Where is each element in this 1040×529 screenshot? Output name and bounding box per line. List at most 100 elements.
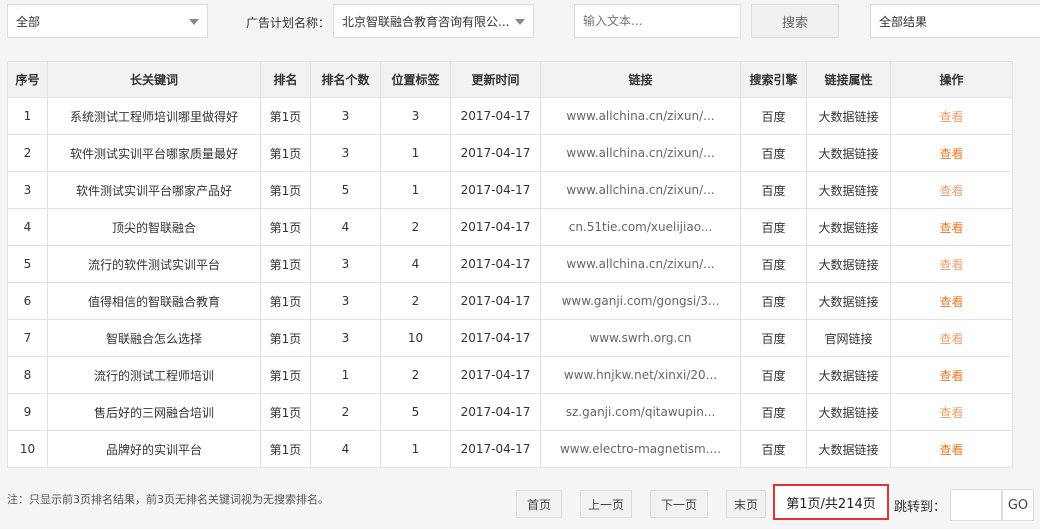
cell-link-type: 大数据链接	[806, 171, 891, 209]
cell-keyword: 流行的测试工程师培训	[47, 356, 261, 394]
cell-action: 查看	[890, 208, 1013, 246]
cell-rank: 第1页	[260, 134, 311, 172]
view-link[interactable]: 查看	[939, 443, 963, 457]
result-select[interactable]: 全部结果	[870, 4, 1040, 38]
search-button[interactable]: 搜索	[751, 4, 839, 38]
cell-position-tag: 1	[380, 171, 451, 209]
view-link[interactable]: 查看	[939, 147, 963, 161]
scope-select-value: 全部	[16, 14, 41, 29]
cell-search-engine: 百度	[740, 393, 807, 431]
cell-rank-count: 3	[310, 97, 381, 135]
cell-keyword: 售后好的三网融合培训	[47, 393, 261, 431]
cell-update-time: 2017-04-17	[450, 430, 541, 468]
cell-index: 1	[7, 97, 48, 135]
cell-index: 4	[7, 208, 48, 246]
cell-update-time: 2017-04-17	[450, 356, 541, 394]
cell-index: 5	[7, 245, 48, 283]
cell-link-type: 大数据链接	[806, 393, 891, 431]
cell-position-tag: 2	[380, 356, 451, 394]
cell-rank: 第1页	[260, 97, 311, 135]
cell-action: 查看	[890, 282, 1013, 320]
cell-search-engine: 百度	[740, 356, 807, 394]
cell-search-engine: 百度	[740, 282, 807, 320]
cell-link-type: 官网链接	[806, 319, 891, 357]
cell-rank-count: 3	[310, 282, 381, 320]
cell-search-engine: 百度	[740, 97, 807, 135]
cell-rank-count: 1	[310, 356, 381, 394]
cell-rank-count: 5	[310, 171, 381, 209]
table-row: 4 顶尖的智联融合 第1页 4 2 2017-04-17 cn.51tie.com/xuel…	[7, 208, 1013, 246]
header-link: 链接	[540, 61, 741, 98]
last-page-button[interactable]: 末页	[726, 490, 766, 518]
view-link[interactable]: 查看	[939, 295, 963, 309]
header-position-tag: 位置标签	[380, 61, 451, 98]
result-select-value: 全部结果	[879, 14, 928, 29]
cell-link-type: 大数据链接	[806, 97, 891, 135]
header-search-engine: 搜索引擎	[740, 61, 807, 98]
cell-index: 10	[7, 430, 48, 468]
cell-action: 查看	[890, 356, 1013, 394]
cell-link: www.allchina.cn/zixun/...	[540, 171, 741, 209]
header-rank: 排名	[260, 61, 311, 98]
cell-position-tag: 4	[380, 245, 451, 283]
cell-rank: 第1页	[260, 282, 311, 320]
table-row: 5 流行的软件测试实训平台 第1页 3 4 2017-04-17 www.allchina.…	[7, 245, 1013, 283]
prev-page-button[interactable]: 上一页	[580, 490, 632, 518]
header-rank-count: 排名个数	[310, 61, 381, 98]
cell-keyword: 系统测试工程师培训哪里做得好	[47, 97, 261, 135]
header-link-type: 链接属性	[806, 61, 891, 98]
jump-label: 跳转到：	[894, 500, 947, 515]
view-link[interactable]: 查看	[939, 221, 963, 235]
cell-search-engine: 百度	[740, 319, 807, 357]
plan-select-value: 北京智联融合教育咨询有限公...	[342, 14, 510, 29]
cell-search-engine: 百度	[740, 430, 807, 468]
cell-link: www.allchina.cn/zixun/...	[540, 134, 741, 172]
cell-rank-count: 3	[310, 134, 381, 172]
cell-keyword: 智联融合怎么选择	[47, 319, 261, 357]
search-input[interactable]	[574, 4, 741, 38]
table-row: 6 值得相信的智联融合教育 第1页 3 2 2017-04-17 www.ganji.com…	[7, 282, 1013, 320]
header-action: 操作	[890, 61, 1013, 98]
view-link[interactable]: 查看	[939, 184, 963, 198]
view-link[interactable]: 查看	[939, 332, 963, 346]
go-button[interactable]: GO	[1002, 489, 1034, 521]
jump-page-input[interactable]	[950, 489, 1002, 521]
cell-rank: 第1页	[260, 171, 311, 209]
cell-index: 6	[7, 282, 48, 320]
view-link[interactable]: 查看	[939, 110, 963, 124]
scope-select[interactable]: 全部	[7, 4, 208, 38]
cell-search-engine: 百度	[740, 208, 807, 246]
cell-position-tag: 5	[380, 393, 451, 431]
cell-link-type: 大数据链接	[806, 208, 891, 246]
table-row: 3 软件测试实训平台哪家产品好 第1页 5 1 2017-04-17 www.allchin…	[7, 171, 1013, 209]
cell-position-tag: 2	[380, 282, 451, 320]
view-link[interactable]: 查看	[939, 258, 963, 272]
cell-link-type: 大数据链接	[806, 356, 891, 394]
view-link[interactable]: 查看	[939, 406, 963, 420]
cell-search-engine: 百度	[740, 171, 807, 209]
header-keyword: 长关键词	[47, 61, 261, 98]
next-page-button[interactable]: 下一页	[650, 490, 708, 518]
cell-link-type: 大数据链接	[806, 245, 891, 283]
cell-position-tag: 2	[380, 208, 451, 246]
cell-index: 2	[7, 134, 48, 172]
header-update-time: 更新时间	[450, 61, 541, 98]
cell-rank: 第1页	[260, 208, 311, 246]
cell-position-tag: 3	[380, 97, 451, 135]
first-page-button[interactable]: 首页	[516, 490, 562, 518]
cell-rank-count: 4	[310, 430, 381, 468]
plan-select[interactable]: 北京智联融合教育咨询有限公...	[333, 4, 534, 38]
cell-link-type: 大数据链接	[806, 134, 891, 172]
cell-search-engine: 百度	[740, 245, 807, 283]
cell-update-time: 2017-04-17	[450, 319, 541, 357]
cell-update-time: 2017-04-17	[450, 171, 541, 209]
cell-link: www.hnjkw.net/xinxi/20...	[540, 356, 741, 394]
cell-position-tag: 10	[380, 319, 451, 357]
cell-action: 查看	[890, 245, 1013, 283]
cell-action: 查看	[890, 134, 1013, 172]
view-link[interactable]: 查看	[939, 369, 963, 383]
table-row: 8 流行的测试工程师培训 第1页 1 2 2017-04-17 www.hnjkw.net/…	[7, 356, 1013, 394]
cell-action: 查看	[890, 430, 1013, 468]
cell-index: 7	[7, 319, 48, 357]
cell-rank: 第1页	[260, 430, 311, 468]
